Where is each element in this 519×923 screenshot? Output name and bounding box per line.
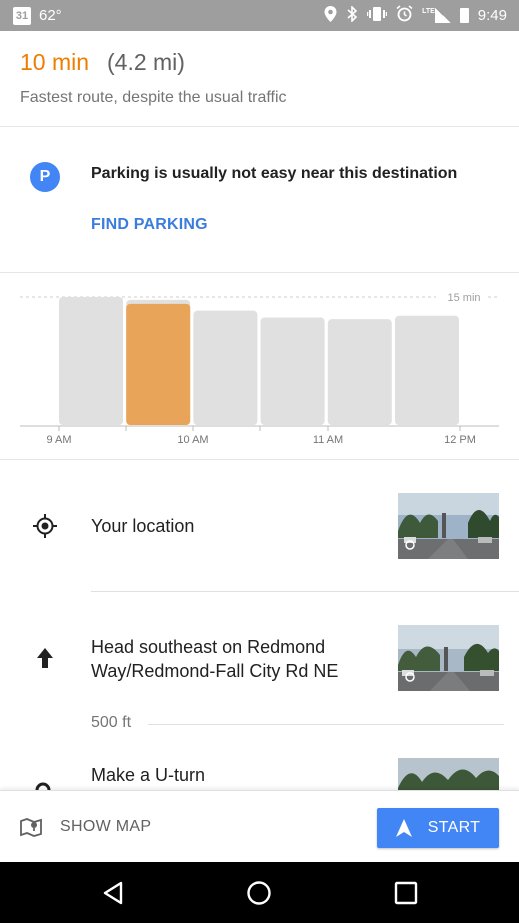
route-distance: (4.2 mi): [107, 49, 185, 75]
reference-line-label: 15 min: [447, 292, 480, 304]
map-icon: [20, 818, 42, 837]
status-bar: 31 62° LTE 9:49: [0, 0, 519, 31]
street-view-thumbnail[interactable]: [398, 625, 499, 691]
directions-list: Your location Head southeast on Redmond …: [0, 460, 519, 790]
network-type: LTE: [422, 8, 435, 15]
calendar-icon: 31: [13, 6, 31, 25]
system-nav-bar: [0, 862, 519, 923]
signal-icon: [434, 8, 451, 23]
u-turn-icon: [35, 782, 51, 790]
chart-bar: [126, 303, 191, 425]
my-location-icon: [33, 514, 57, 538]
parking-icon: P: [30, 162, 60, 192]
step-distance: 500 ft: [91, 714, 132, 731]
step-instruction: Make a U-turn: [91, 765, 206, 785]
location-icon: [324, 6, 337, 25]
clock: 9:49: [477, 7, 507, 24]
chart-bar: [327, 319, 392, 425]
battery-icon: [459, 8, 469, 23]
origin-label: Your location: [91, 516, 195, 536]
parking-message: Parking is usually not easy near this de…: [91, 165, 458, 182]
chart-bar: [395, 315, 459, 425]
vibrate-icon: [367, 6, 388, 25]
chart-bar: [59, 297, 123, 425]
street-view-thumbnail[interactable]: [398, 758, 499, 790]
start-label: START: [427, 819, 481, 836]
start-navigation-button[interactable]: START: [377, 808, 499, 848]
directions-screen: 31 62° LTE 9:49 10 min (4.2 mi) Fastest …: [0, 0, 519, 923]
show-map-button[interactable]: SHOW MAP: [20, 791, 151, 863]
home-icon[interactable]: [246, 880, 272, 906]
straight-arrow-icon: [37, 648, 53, 668]
chart-tick-label: 9 AM: [46, 434, 71, 446]
temperature: 62°: [39, 7, 62, 24]
travel-time-chart-svg: 15 min 9 AM 10 AM 11 AM 12 PM: [20, 292, 499, 446]
travel-time-chart: 15 min 9 AM 10 AM 11 AM 12 PM: [0, 273, 519, 460]
navigation-arrow-icon: [395, 819, 412, 837]
step-divider: [91, 591, 519, 592]
back-icon[interactable]: [101, 880, 127, 906]
chart-bar: [193, 310, 258, 425]
step-instruction: Head southeast on Redmond Way/Redmond-Fa…: [91, 637, 339, 681]
chart-tick-label: 11 AM: [313, 434, 343, 446]
bluetooth-icon: [346, 4, 358, 26]
route-header: 10 min (4.2 mi) Fastest route, despite t…: [0, 31, 519, 127]
chart-tick-label: 10 AM: [177, 434, 208, 446]
bottom-action-bar: SHOW MAP START: [0, 790, 519, 862]
step-divider: [148, 724, 504, 725]
chart-tick-label: 12 PM: [444, 434, 476, 446]
find-parking-button[interactable]: FIND PARKING: [91, 216, 208, 234]
alarm-icon: [396, 5, 413, 26]
street-view-thumbnail[interactable]: [398, 493, 499, 559]
route-summary: Fastest route, despite the usual traffic: [20, 89, 287, 106]
route-duration: 10 min: [20, 49, 90, 75]
chart-bar: [260, 317, 325, 425]
show-map-label: SHOW MAP: [60, 818, 152, 835]
recents-icon[interactable]: [393, 880, 419, 906]
parking-card: P Parking is usually not easy near this …: [0, 127, 519, 273]
